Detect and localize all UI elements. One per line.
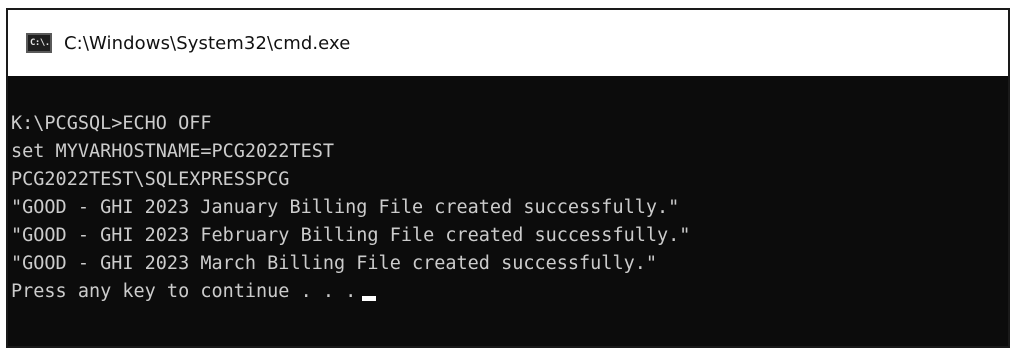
text-cursor [362, 296, 377, 301]
cmd-prompt-icon[interactable]: C:\. [26, 33, 52, 53]
console-line-7: Press any key to continue . . . [11, 281, 357, 302]
console-prompt-line: Press any key to continue . . . [11, 278, 1008, 306]
window-title: C:\Windows\System32\cmd.exe [64, 32, 351, 54]
cmd-window[interactable]: C:\. C:\Windows\System32\cmd.exe K:\PCGS… [6, 8, 1010, 348]
screenshot-page: C:\. C:\Windows\System32\cmd.exe K:\PCGS… [0, 0, 1019, 352]
cmd-icon-glyph: C:\. [30, 37, 50, 48]
title-bar[interactable]: C:\. C:\Windows\System32\cmd.exe [8, 10, 1008, 76]
console-output[interactable]: K:\PCGSQL>ECHO OFF set MYVARHOSTNAME=PCG… [8, 76, 1008, 346]
console-line-5: "GOOD - GHI 2023 February Billing File c… [11, 225, 691, 246]
console-line-3: PCG2022TEST\SQLEXPRESSPCG [11, 169, 290, 190]
console-line-6: "GOOD - GHI 2023 March Billing File crea… [11, 253, 658, 274]
console-line-2: set MYVARHOSTNAME=PCG2022TEST [11, 141, 335, 162]
console-line-4: "GOOD - GHI 2023 January Billing File cr… [11, 197, 680, 218]
console-line-1: K:\PCGSQL>ECHO OFF [11, 113, 212, 134]
